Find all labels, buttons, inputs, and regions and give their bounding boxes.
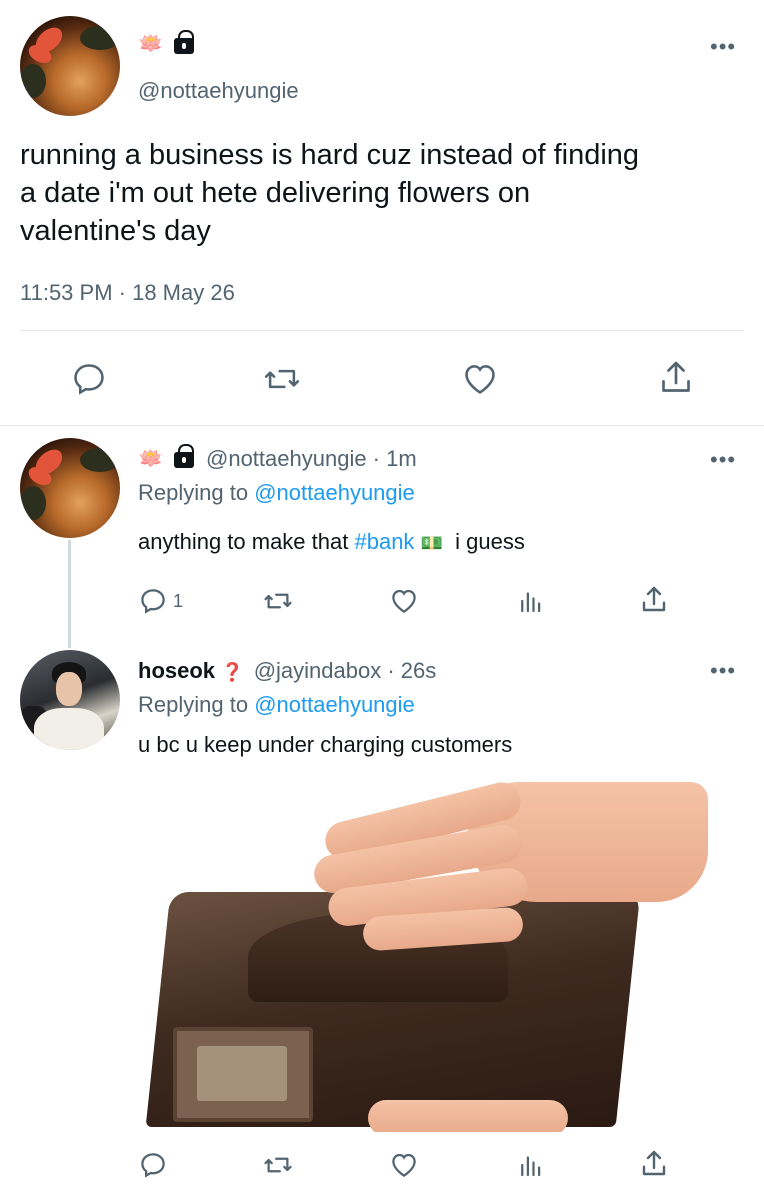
more-options-icon[interactable]: ••• <box>710 36 736 58</box>
lock-icon <box>174 444 194 468</box>
tweet-text-line: running a business is hard cuz instead o… <box>20 139 640 171</box>
avatar[interactable] <box>20 650 120 750</box>
reply-text-before: anything to make that <box>138 529 349 554</box>
user-handle[interactable]: @nottaehyungie <box>138 78 299 104</box>
replying-to-prefix: Replying to <box>138 692 249 717</box>
heart-icon[interactable] <box>388 586 420 616</box>
reply-text-after: i guess <box>455 529 525 554</box>
replying-to-link[interactable]: @nottaehyungie <box>254 480 415 505</box>
more-options-icon[interactable]: ••• <box>710 449 736 471</box>
reply-handle-time[interactable]: @jayindabox · 26s <box>254 658 437 683</box>
retweet-icon[interactable] <box>262 586 294 616</box>
more-options-icon[interactable]: ••• <box>710 660 736 682</box>
avatar[interactable] <box>20 438 120 538</box>
money-emoji: 💵 <box>420 533 443 553</box>
tweet-text-line: a date i'm out hete delivering flowers o… <box>20 177 531 209</box>
analytics-icon[interactable] <box>516 586 546 616</box>
replying-to: Replying to @nottaehyungie <box>138 692 415 718</box>
replying-to-link[interactable]: @nottaehyungie <box>254 692 415 717</box>
reply-text: anything to make that #bank 💵 i guess <box>138 529 525 555</box>
retweet-icon[interactable] <box>262 360 302 398</box>
avatar[interactable] <box>20 16 120 116</box>
reply-icon[interactable] <box>138 586 168 616</box>
tweet-text: running a business is hard cuz instead o… <box>20 136 639 250</box>
reply-handle-time[interactable]: @nottaehyungie · 1m <box>206 446 417 472</box>
heart-icon[interactable] <box>460 360 500 398</box>
retweet-icon[interactable] <box>262 1150 294 1180</box>
reply-text: u bc u keep under charging customers <box>138 732 513 757</box>
display-name[interactable]: hoseok <box>138 658 215 683</box>
question-emoji: ❓ <box>221 662 244 682</box>
tweet-timestamp[interactable]: 11:53 PM · 18 May 26 <box>20 280 235 306</box>
hashtag-link[interactable]: #bank <box>354 529 414 554</box>
share-icon[interactable] <box>638 1148 670 1180</box>
lotus-emoji-badge: 🪷 <box>138 33 163 55</box>
replying-to: Replying to @nottaehyungie <box>138 480 415 506</box>
reply-icon[interactable] <box>70 360 108 398</box>
thread-line <box>68 540 71 648</box>
lotus-emoji-badge: 🪷 <box>138 448 163 470</box>
share-icon[interactable] <box>656 358 696 398</box>
reply-author: hoseok ❓ @jayindabox · 26s <box>138 658 436 684</box>
tweet-text-line: valentine's day <box>20 215 211 247</box>
reply-icon[interactable] <box>138 1150 168 1180</box>
share-icon[interactable] <box>638 584 670 616</box>
lock-icon <box>174 30 194 54</box>
replying-to-prefix: Replying to <box>138 480 249 505</box>
analytics-icon[interactable] <box>516 1150 546 1180</box>
divider <box>20 330 744 331</box>
heart-icon[interactable] <box>388 1150 420 1180</box>
attached-image[interactable] <box>138 782 708 1132</box>
reply-count: 1 <box>173 591 184 611</box>
divider <box>0 425 764 426</box>
